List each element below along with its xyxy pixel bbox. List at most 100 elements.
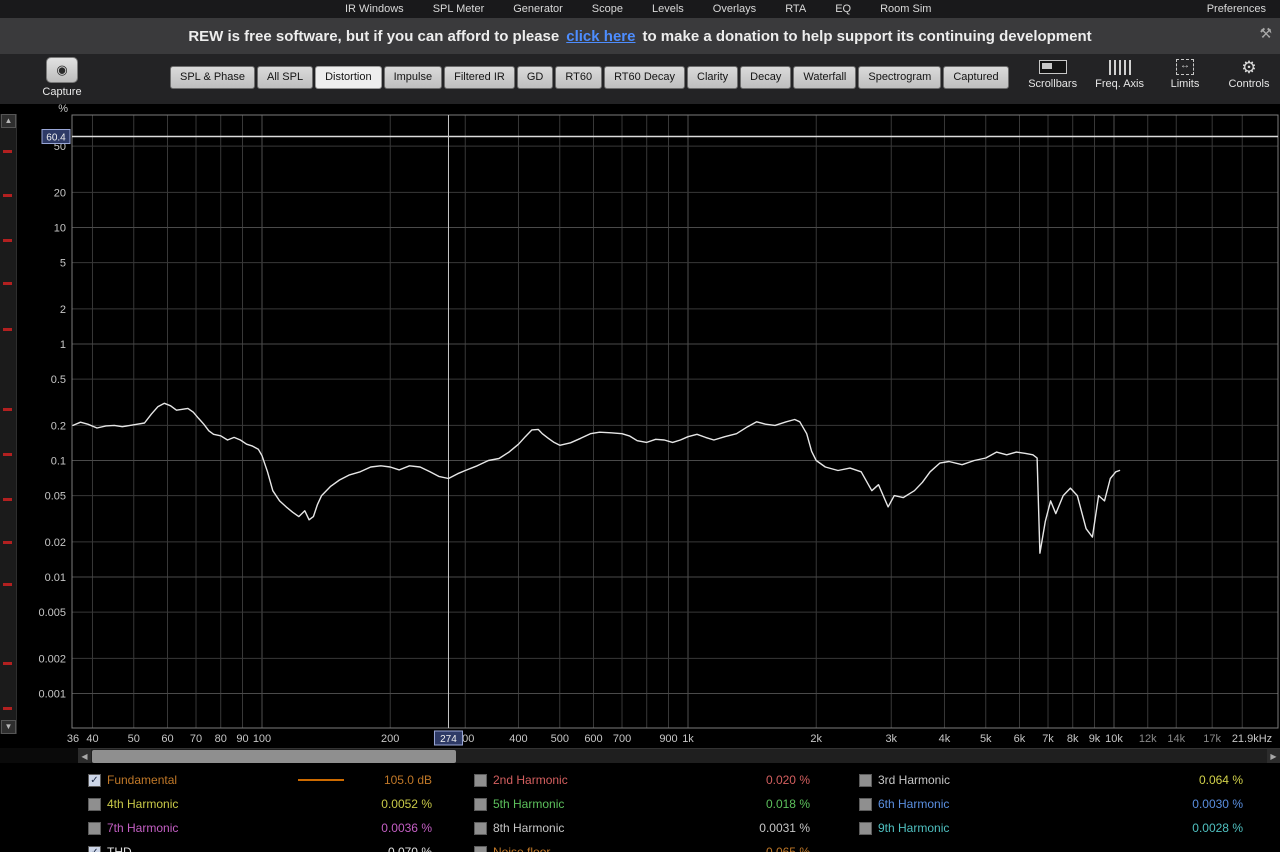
svg-text:500: 500	[551, 733, 569, 745]
tab-filtered-ir[interactable]: Filtered IR	[444, 66, 515, 89]
legend-label: 5th Harmonic	[493, 797, 565, 811]
scroll-left-arrow-icon[interactable]: ◀	[78, 749, 91, 764]
menu-item-rta[interactable]: RTA	[785, 3, 806, 15]
svg-text:0.005: 0.005	[38, 607, 66, 619]
svg-text:7k: 7k	[1042, 733, 1054, 745]
legend-label: 9th Harmonic	[878, 821, 950, 835]
graph-tabs: SPL & Phase All SPL Distortion Impulse Filte…	[170, 66, 1011, 89]
legend-label: 8th Harmonic	[493, 821, 565, 835]
scrollbars-icon	[1038, 58, 1067, 76]
tab-spl-phase[interactable]: SPL & Phase	[170, 66, 256, 89]
strip-up-arrow[interactable]: ▲	[1, 114, 16, 128]
svg-text:400: 400	[509, 733, 527, 745]
svg-text:2k: 2k	[810, 733, 822, 745]
trace-marker	[3, 453, 12, 456]
legend-label: 7th Harmonic	[107, 821, 179, 835]
strip-down-arrow[interactable]: ▼	[1, 720, 16, 734]
svg-text:0.02: 0.02	[45, 537, 66, 549]
legend-checkbox-thd[interactable]: ✓	[88, 846, 101, 852]
svg-text:0.2: 0.2	[51, 420, 66, 432]
banner-text-after: to make a donation to help support its c…	[642, 27, 1092, 45]
menu-item-eq[interactable]: EQ	[835, 3, 851, 15]
tab-clarity[interactable]: Clarity	[687, 66, 739, 89]
tab-spectrogram[interactable]: Spectrogram	[858, 66, 942, 89]
trace-marker	[3, 583, 12, 586]
legend-item-fundamental: ✓ Fundamental 105.0 dB	[88, 771, 432, 793]
scroll-right-arrow-icon[interactable]: ▶	[1267, 749, 1280, 764]
legend-label: 3rd Harmonic	[878, 773, 951, 787]
trace-marker	[3, 541, 12, 544]
legend-value: 0.0036 %	[381, 821, 432, 835]
trace-marker	[3, 707, 12, 710]
menu-item-room-sim[interactable]: Room Sim	[880, 3, 931, 15]
menu-item-spl-meter[interactable]: SPL Meter	[433, 3, 485, 15]
banner-text-before: REW is free software, but if you can aff…	[188, 27, 560, 45]
menu-item-preferences[interactable]: Preferences	[1207, 3, 1266, 15]
svg-text:0.002: 0.002	[38, 653, 66, 665]
svg-text:8k: 8k	[1067, 733, 1079, 745]
hscroll-track[interactable]: ◀ ▶	[78, 748, 1280, 764]
legend-checkbox-4th-harmonic[interactable]	[88, 798, 101, 811]
legend-item-3rd-harmonic: 3rd Harmonic 0.064 %	[859, 771, 1243, 793]
tool-controls[interactable]: ⚙ Controls	[1226, 57, 1272, 91]
tab-rt60[interactable]: RT60	[555, 66, 603, 89]
legend-value: 0.0031 %	[759, 821, 810, 835]
legend-value: 0.070 %	[387, 845, 432, 852]
menu-item-generator[interactable]: Generator	[513, 3, 563, 15]
measurement-strip: ▲ ▼	[0, 114, 17, 734]
tool-limits[interactable]: ↔ Limits	[1162, 58, 1208, 90]
svg-text:40: 40	[86, 733, 98, 745]
svg-text:10: 10	[54, 223, 66, 235]
trace-marker	[3, 239, 12, 242]
svg-text:0.001: 0.001	[38, 689, 66, 701]
menu-item-overlays[interactable]: Overlays	[713, 3, 756, 15]
legend-item-5th-harmonic: 5th Harmonic 0.018 %	[474, 795, 810, 817]
legend-checkbox-6th-harmonic[interactable]	[859, 798, 872, 811]
tool-label: Controls	[1228, 78, 1270, 90]
legend-checkbox-noise-floor[interactable]	[474, 846, 487, 852]
menu-item-ir-windows[interactable]: IR Windows	[345, 3, 404, 15]
capture-button[interactable]: ◉	[46, 57, 78, 83]
svg-text:100: 100	[253, 733, 271, 745]
controls-gear-icon: ⚙	[1241, 57, 1257, 77]
legend-value: 0.065 %	[765, 845, 810, 852]
svg-text:10k: 10k	[1105, 733, 1123, 745]
svg-text:2: 2	[60, 304, 66, 316]
svg-text:21.9kHz: 21.9kHz	[1232, 733, 1272, 745]
tab-rt60-decay[interactable]: RT60 Decay	[604, 66, 685, 89]
limits-icon: ↔	[1176, 58, 1194, 76]
tab-impulse[interactable]: Impulse	[383, 66, 443, 89]
legend-checkbox-2nd-harmonic[interactable]	[474, 774, 487, 787]
legend-checkbox-9th-harmonic[interactable]	[859, 822, 872, 835]
menu-item-levels[interactable]: Levels	[652, 3, 684, 15]
legend-item-8th-harmonic: 8th Harmonic 0.0031 %	[474, 819, 810, 841]
tab-waterfall[interactable]: Waterfall	[793, 66, 857, 89]
svg-text:20: 20	[54, 187, 66, 199]
capture-label: Capture	[42, 86, 82, 98]
tool-scrollbars[interactable]: Scrollbars	[1028, 58, 1077, 90]
tool-freq-axis[interactable]: Freq. Axis	[1095, 58, 1144, 90]
legend-label: 4th Harmonic	[107, 797, 179, 811]
svg-text:600: 600	[584, 733, 602, 745]
tab-distortion[interactable]: Distortion	[315, 66, 382, 89]
legend-checkbox-8th-harmonic[interactable]	[474, 822, 487, 835]
tab-gd[interactable]: GD	[516, 66, 554, 89]
svg-text:200: 200	[381, 733, 399, 745]
tools-icon: ⚒	[1259, 25, 1272, 41]
svg-text:60.4: 60.4	[46, 133, 66, 144]
hscroll-thumb[interactable]	[92, 750, 456, 763]
menu-item-scope[interactable]: Scope	[592, 3, 623, 15]
legend-checkbox-fundamental[interactable]: ✓	[88, 774, 101, 787]
legend-checkbox-7th-harmonic[interactable]	[88, 822, 101, 835]
donation-link[interactable]: click here	[566, 28, 635, 45]
tab-decay[interactable]: Decay	[740, 66, 792, 89]
svg-text:70: 70	[190, 733, 202, 745]
distortion-plot[interactable]: % 50 20 10 5 2 1 0.5 0.2 0.1 0.05 0.02 0.01 0.005 0.00…	[0, 104, 1280, 748]
tab-captured[interactable]: Captured	[943, 66, 1009, 89]
svg-text:4k: 4k	[939, 733, 951, 745]
legend-checkbox-5th-harmonic[interactable]	[474, 798, 487, 811]
svg-text:14k: 14k	[1167, 733, 1185, 745]
tab-all-spl[interactable]: All SPL	[257, 66, 314, 89]
svg-text:700: 700	[613, 733, 631, 745]
legend-checkbox-3rd-harmonic[interactable]	[859, 774, 872, 787]
